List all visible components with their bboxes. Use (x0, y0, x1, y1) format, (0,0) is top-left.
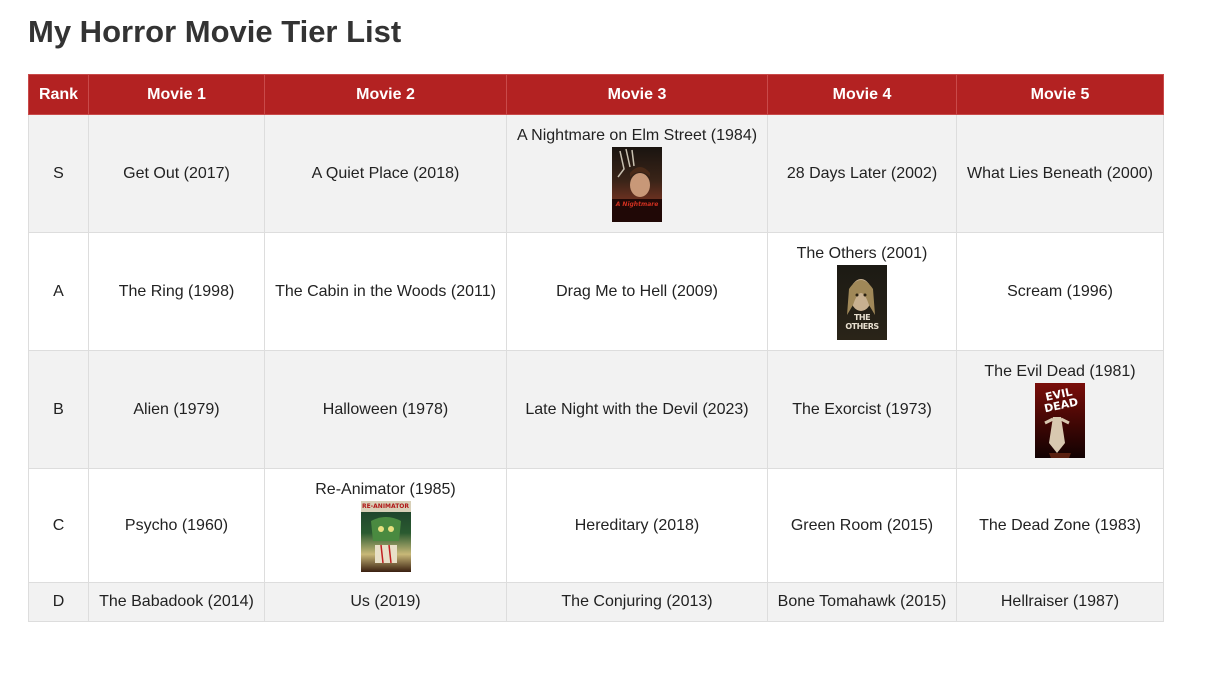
movie-title: Hellraiser (1987) (1000, 593, 1120, 610)
movie-cell: Psycho (1960) (88, 468, 265, 583)
movie-cell: Late Night with the Devil (2023) (506, 350, 768, 469)
header-movie-4: Movie 4 (767, 74, 957, 115)
movie-cell: The Others (2001) THE OTHERS (767, 232, 957, 351)
tier-row-b: B Alien (1979) Halloween (1978) Late Nig… (28, 350, 1164, 469)
rank-cell: C (28, 468, 89, 583)
movie-title: Bone Tomahawk (2015) (777, 593, 947, 610)
movie-title: Drag Me to Hell (2009) (556, 282, 718, 300)
movie-title: The Babadook (2014) (99, 593, 254, 610)
rank-cell: B (28, 350, 89, 469)
movie-title: Psycho (1960) (124, 516, 229, 534)
poster-title: THE OTHERS (845, 312, 879, 331)
movie-cell: A Nightmare on Elm Street (1984) A Night… (506, 114, 768, 233)
tier-row-s: S Get Out (2017) A Quiet Place (2018) A … (28, 114, 1164, 233)
movie-title: The Dead Zone (1983) (979, 516, 1141, 534)
movie-title: What Lies Beneath (2000) (967, 164, 1153, 182)
movie-title: A Quiet Place (2018) (311, 164, 460, 182)
movie-cell: Bone Tomahawk (2015) (767, 582, 957, 622)
movie-title: A Nightmare on Elm Street (1984) (516, 126, 758, 144)
tier-row-d: D The Babadook (2014) Us (2019) The Conj… (28, 582, 1164, 622)
tier-row-c: C Psycho (1960) Re-Animator (1985) RE-AN… (28, 468, 1164, 583)
movie-poster-others: THE OTHERS (837, 264, 887, 340)
movie-poster-nightmare: A Nightmare (612, 146, 662, 222)
movie-title: The Others (2001) (796, 244, 928, 262)
movie-cell: Green Room (2015) (767, 468, 957, 583)
movie-cell: The Babadook (2014) (88, 582, 265, 622)
movie-title: Get Out (2017) (123, 164, 230, 182)
movie-cell: Get Out (2017) (88, 114, 265, 233)
poster-title: RE-ANIMATOR (361, 502, 410, 510)
poster-title: A Nightmare (615, 200, 659, 208)
header-movie-3: Movie 3 (506, 74, 768, 115)
movie-cell: Scream (1996) (956, 232, 1164, 351)
movie-title: Hereditary (2018) (574, 516, 700, 534)
header-rank: Rank (28, 74, 89, 115)
header-movie-2: Movie 2 (264, 74, 507, 115)
tier-row-a: A The Ring (1998) The Cabin in the Woods… (28, 232, 1164, 351)
movie-cell: Drag Me to Hell (2009) (506, 232, 768, 351)
movie-poster-evil-dead: EVIL DEAD (1035, 382, 1085, 458)
movie-poster-reanimator: RE-ANIMATOR (360, 500, 411, 572)
movie-cell: Hellraiser (1987) (956, 582, 1164, 622)
header-movie-1: Movie 1 (88, 74, 265, 115)
tier-list-table: Rank Movie 1 Movie 2 Movie 3 Movie 4 Mov… (28, 74, 1164, 622)
movie-title: The Exorcist (1973) (792, 400, 932, 418)
movie-cell: What Lies Beneath (2000) (956, 114, 1164, 233)
movie-title: Halloween (1978) (322, 400, 449, 418)
movie-title: Late Night with the Devil (2023) (525, 400, 749, 418)
movie-cell: A Quiet Place (2018) (264, 114, 507, 233)
movie-title: Scream (1996) (1007, 282, 1113, 300)
movie-cell: The Dead Zone (1983) (956, 468, 1164, 583)
movie-title: 28 Days Later (2002) (786, 164, 938, 182)
movie-cell: The Conjuring (2013) (506, 582, 768, 622)
movie-title: The Cabin in the Woods (2011) (275, 282, 496, 300)
movie-title: The Evil Dead (1981) (984, 362, 1136, 380)
movie-cell: Alien (1979) (88, 350, 265, 469)
poster-art (612, 148, 662, 222)
movie-title: Green Room (2015) (790, 516, 934, 534)
movie-cell: The Ring (1998) (88, 232, 265, 351)
page-title: My Horror Movie Tier List (28, 14, 402, 49)
rank-cell: D (28, 582, 89, 622)
movie-title: Re-Animator (1985) (315, 480, 456, 498)
movie-cell: Hereditary (2018) (506, 468, 768, 583)
header-movie-5: Movie 5 (956, 74, 1164, 115)
movie-cell: Us (2019) (264, 582, 507, 622)
movie-cell: Halloween (1978) (264, 350, 507, 469)
movie-cell: The Cabin in the Woods (2011) (264, 232, 507, 351)
poster-art (360, 500, 411, 563)
rank-cell: S (28, 114, 89, 233)
movie-title: Us (2019) (350, 593, 421, 610)
movie-cell: The Exorcist (1973) (767, 350, 957, 469)
header-row: Rank Movie 1 Movie 2 Movie 3 Movie 4 Mov… (28, 74, 1164, 115)
movie-title: The Conjuring (2013) (561, 593, 713, 610)
movie-title: The Ring (1998) (118, 282, 235, 300)
movie-cell: The Evil Dead (1981) EVIL DEAD (956, 350, 1164, 469)
movie-cell: Re-Animator (1985) RE-ANIMATOR (264, 468, 507, 583)
rank-cell: A (28, 232, 89, 351)
movie-cell: 28 Days Later (2002) (767, 114, 957, 233)
movie-title: Alien (1979) (133, 400, 220, 418)
